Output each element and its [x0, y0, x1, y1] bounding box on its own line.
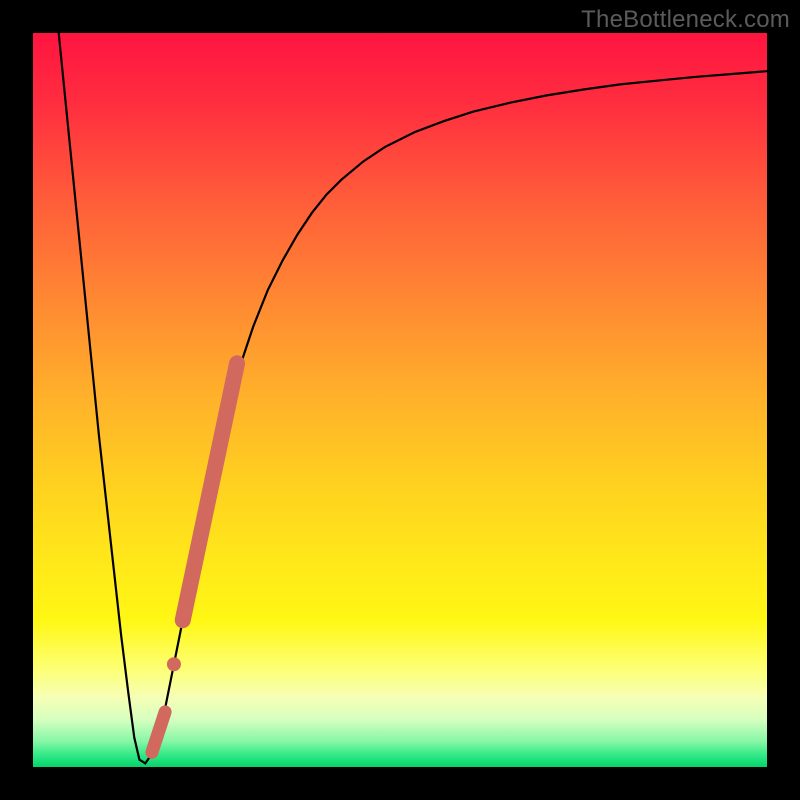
chart-frame: TheBottleneck.com [0, 0, 800, 800]
highlight-dot-mid [167, 657, 181, 671]
plot-area [33, 33, 767, 767]
chart-svg [33, 33, 767, 767]
gradient-background [33, 33, 767, 767]
watermark-text: TheBottleneck.com [581, 6, 790, 34]
